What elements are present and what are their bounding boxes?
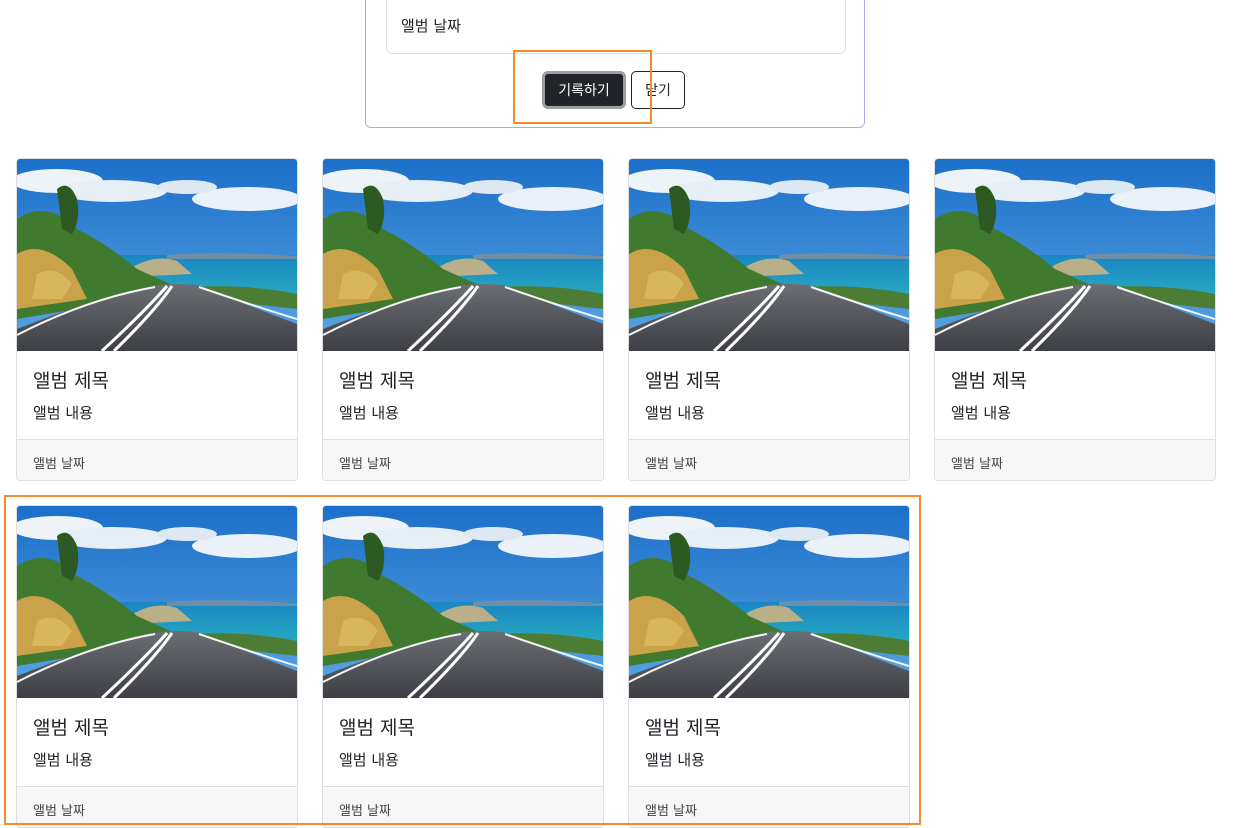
album-card-body: 앨범 제목 앨범 내용 (629, 351, 909, 439)
album-card-footer: 앨범 날짜 (17, 786, 297, 827)
album-card-image (935, 159, 1215, 351)
album-card-title: 앨범 제목 (339, 370, 415, 392)
album-card-text: 앨범 내용 (33, 404, 93, 422)
album-card-footer: 앨범 날짜 (323, 439, 603, 480)
album-card-title: 앨범 제목 (33, 717, 109, 739)
album-card-footer: 앨범 날짜 (935, 439, 1215, 480)
album-card[interactable]: 앨범 제목 앨범 내용 앨범 날짜 (628, 158, 910, 481)
album-card-body: 앨범 제목 앨범 내용 (17, 351, 297, 439)
album-card[interactable]: 앨범 제목 앨범 내용 앨범 날짜 (322, 158, 604, 481)
album-card[interactable]: 앨범 제목 앨범 내용 앨범 날짜 (934, 158, 1216, 481)
album-card-date: 앨범 날짜 (339, 804, 391, 819)
save-button[interactable]: 기록하기 (542, 71, 626, 109)
album-card[interactable]: 앨범 제목 앨범 내용 앨범 날짜 (322, 505, 604, 828)
album-card-title: 앨범 제목 (645, 717, 721, 739)
album-card[interactable]: 앨범 제목 앨범 내용 앨범 날짜 (628, 505, 910, 828)
album-card-footer: 앨범 날짜 (629, 786, 909, 827)
album-card-text: 앨범 내용 (645, 751, 705, 769)
album-card-date: 앨범 날짜 (339, 457, 391, 472)
album-card-date: 앨범 날짜 (645, 457, 697, 472)
album-card[interactable]: 앨범 제목 앨범 내용 앨범 날짜 (16, 505, 298, 828)
album-card-text: 앨범 내용 (951, 404, 1011, 422)
album-card-text: 앨범 내용 (339, 404, 399, 422)
album-card-footer: 앨범 날짜 (17, 439, 297, 480)
album-card-date: 앨범 날짜 (645, 804, 697, 819)
album-card-date: 앨범 날짜 (951, 457, 1003, 472)
album-card-image (629, 159, 909, 351)
album-card-image (323, 506, 603, 698)
album-card-body: 앨범 제목 앨범 내용 (323, 698, 603, 786)
album-card-date: 앨범 날짜 (33, 804, 85, 819)
album-card-text: 앨범 내용 (339, 751, 399, 769)
album-card-title: 앨범 제목 (951, 370, 1027, 392)
album-card-text: 앨범 내용 (33, 751, 93, 769)
album-card[interactable]: 앨범 제목 앨범 내용 앨범 날짜 (16, 158, 298, 481)
album-date-field[interactable]: 앨범 날짜 (386, 0, 846, 54)
album-card-title: 앨범 제목 (645, 370, 721, 392)
album-card-image (323, 159, 603, 351)
album-card-title: 앨범 제목 (33, 370, 109, 392)
album-card-image (17, 159, 297, 351)
album-form: 앨범 날짜 기록하기 닫기 (365, 0, 865, 128)
album-card-text: 앨범 내용 (645, 404, 705, 422)
album-card-body: 앨범 제목 앨범 내용 (17, 698, 297, 786)
close-button[interactable]: 닫기 (631, 71, 685, 109)
album-card-footer: 앨범 날짜 (323, 786, 603, 827)
album-card-image (629, 506, 909, 698)
album-card-title: 앨범 제목 (339, 717, 415, 739)
album-card-body: 앨범 제목 앨범 내용 (935, 351, 1215, 439)
album-card-body: 앨범 제목 앨범 내용 (323, 351, 603, 439)
album-card-footer: 앨범 날짜 (629, 439, 909, 480)
album-card-date: 앨범 날짜 (33, 457, 85, 472)
album-card-body: 앨범 제목 앨범 내용 (629, 698, 909, 786)
album-date-value: 앨범 날짜 (401, 17, 461, 35)
album-card-image (17, 506, 297, 698)
